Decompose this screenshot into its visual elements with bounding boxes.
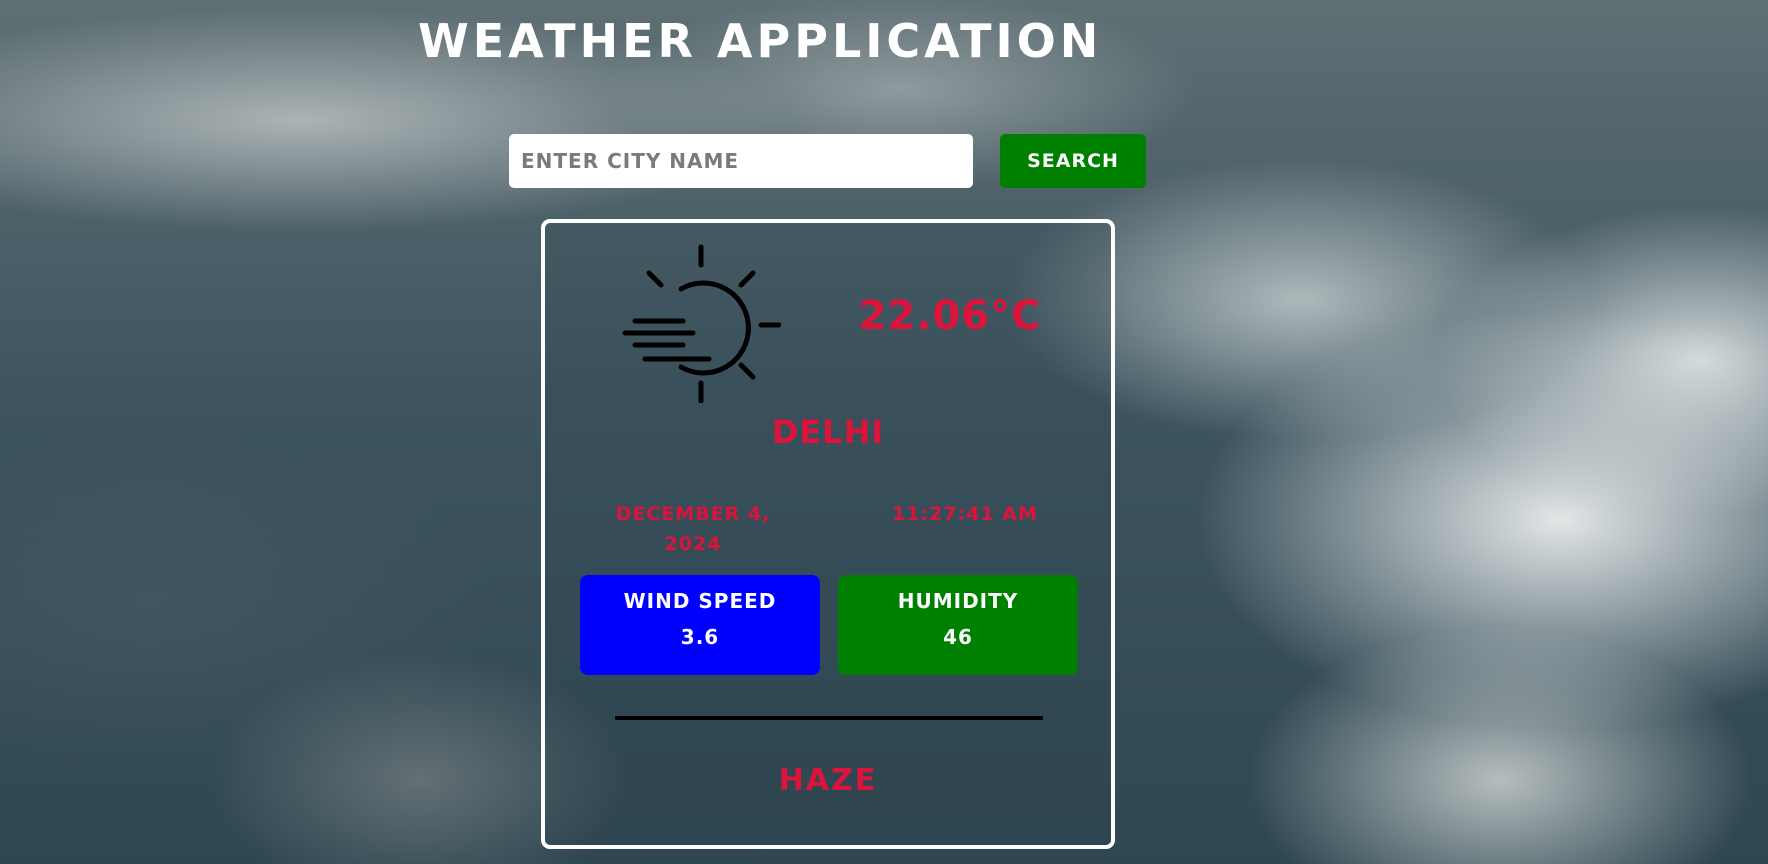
humidity-value: 46 xyxy=(943,625,973,649)
search-button[interactable]: SEARCH xyxy=(1000,134,1146,188)
time-label: 11:27:41 AM xyxy=(892,503,1038,525)
wind-speed-box: WIND SPEED 3.6 xyxy=(580,575,820,675)
weather-condition: HAZE xyxy=(778,763,878,798)
city-name: DELHI xyxy=(771,413,885,451)
wind-speed-value: 3.6 xyxy=(680,625,720,649)
humidity-label: HUMIDITY xyxy=(897,589,1019,613)
divider xyxy=(615,716,1043,720)
humidity-box: HUMIDITY 46 xyxy=(838,575,1078,675)
haze-sun-icon xyxy=(622,244,781,403)
page-title: Weather Application xyxy=(418,14,1103,68)
date-label: DECEMBER 4, 2024 xyxy=(615,503,771,555)
city-search-input[interactable] xyxy=(509,134,973,188)
wind-speed-label: WIND SPEED xyxy=(623,589,777,613)
temperature-value: 22.06°C xyxy=(858,293,1042,339)
weather-card: 22.06°C DELHI DECEMBER 4, 2024 11:27:41 … xyxy=(541,219,1115,849)
